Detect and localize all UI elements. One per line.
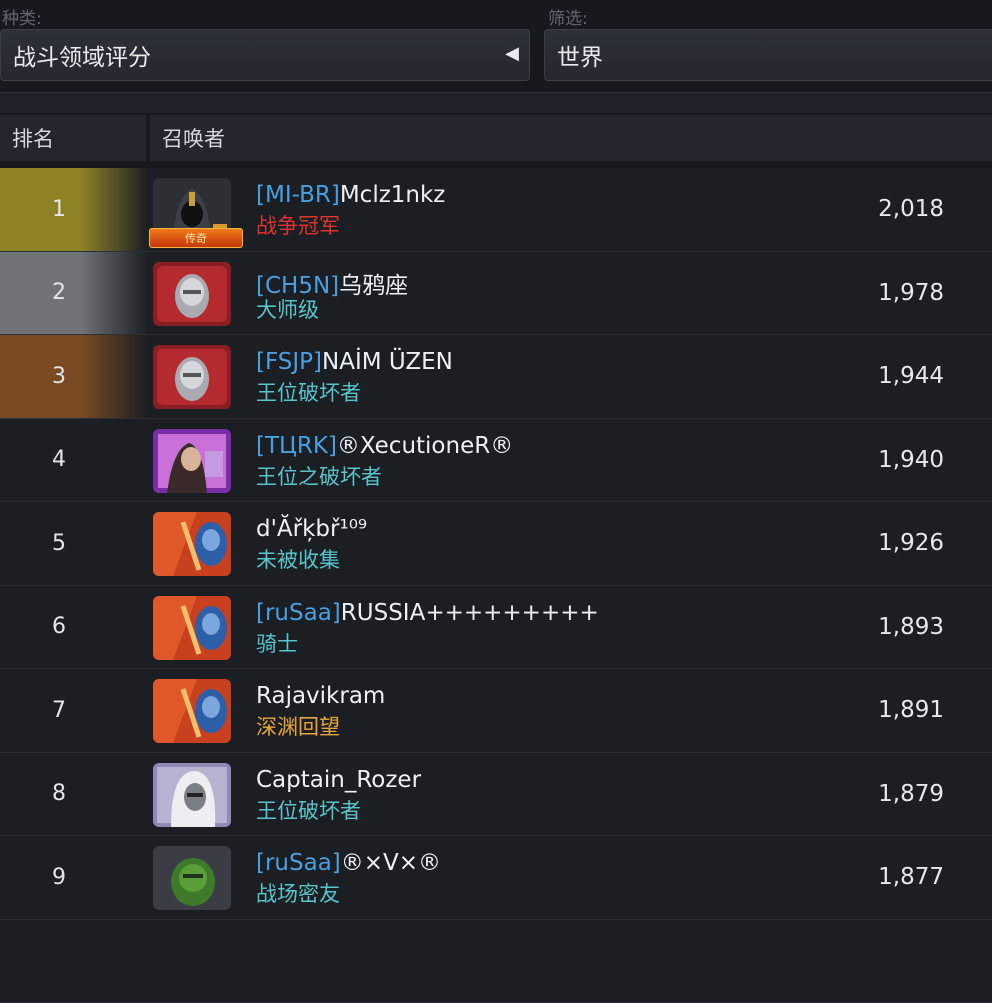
leaderboard-row[interactable]: 7 Rajavikram深渊回望 1,891 [0, 669, 992, 753]
leaderboard-row[interactable]: 5 d'Ăřķbř¹⁰⁹未被收集 1,926 [0, 502, 992, 586]
leaderboard-row[interactable]: 2[CH5N]乌鸦座大师级1,978 [0, 252, 992, 336]
caret-left-icon: ◀ [505, 43, 519, 64]
rank-number: 5 [0, 502, 118, 585]
rating-score: 1,893 [878, 586, 944, 669]
player-title: 战争冠军 [256, 210, 340, 240]
type-label: 种类: [2, 4, 42, 29]
player-title: 未被收集 [256, 544, 340, 574]
player-title: 骑士 [256, 628, 298, 658]
alliance-tag: [ruSaa] [256, 600, 341, 626]
rating-score: 1,879 [878, 753, 944, 836]
red-blue-hero-avatar-icon[interactable] [153, 512, 231, 576]
divider [0, 92, 992, 113]
player-title: 深渊回望 [256, 711, 340, 741]
player-name: Rajavikram [256, 683, 385, 709]
player-name: NAİM ÜZEN [322, 349, 453, 375]
player-name: RUSSIA+++++++++ [341, 600, 599, 626]
filter-label: 筛选: [548, 4, 588, 29]
red-blue-hero-avatar-icon[interactable] [153, 679, 231, 743]
summoner-name[interactable]: d'Ăřķbř¹⁰⁹ [256, 516, 367, 542]
filter-select[interactable]: 世界 [544, 29, 992, 81]
filter-select-value: 世界 [557, 38, 603, 72]
player-title: 大师级 [256, 294, 319, 324]
type-select[interactable]: 战斗领域评分 ◀ [0, 29, 530, 81]
alliance-tag: [FSJP] [256, 349, 322, 375]
white-hair-hero-avatar-icon[interactable] [153, 763, 231, 827]
player-title: 王位破坏者 [256, 377, 361, 407]
rank-number: 9 [0, 836, 118, 919]
player-title: 王位破坏者 [256, 795, 361, 825]
summoner-name[interactable]: [ruSaa]®×V×® [256, 850, 441, 876]
rating-score: 1,926 [878, 502, 944, 585]
leaderboard-row[interactable]: 9 [ruSaa]®×V×®战场密友 1,877 [0, 836, 992, 920]
rating-score: 1,940 [878, 419, 944, 502]
summoner-name[interactable]: [MI-BR]Mclz1nkz [256, 182, 445, 208]
leaderboard-row-partial[interactable] [0, 920, 992, 1003]
player-name: ®×V×® [341, 850, 441, 876]
rating-score: 1,978 [878, 252, 944, 335]
green-hero-avatar-icon[interactable] [153, 846, 231, 910]
type-select-value: 战斗领域评分 [13, 38, 151, 72]
player-name: Mclz1nkz [340, 182, 446, 208]
player-name: 乌鸦座 [339, 273, 408, 299]
leaderboard-row[interactable]: 3 [FSJP]NAİM ÜZEN王位破坏者 1,944 [0, 335, 992, 419]
rank-number: 1 [0, 168, 118, 251]
silver-hero-avatar-icon[interactable] [153, 262, 231, 326]
purple-hero-avatar-icon[interactable] [153, 429, 231, 493]
summoner-name[interactable]: [ruSaa]RUSSIA+++++++++ [256, 600, 599, 626]
alliance-tag: [MI-BR] [256, 182, 340, 208]
player-name: ®XecutioneR® [337, 433, 513, 459]
leaderboard-row[interactable]: 4 [TЦRK]®XecutioneR®王位之破坏者 1,940 [0, 419, 992, 503]
red-blue-hero-avatar-icon[interactable] [153, 596, 231, 660]
summoner-name[interactable]: Rajavikram [256, 683, 385, 709]
rating-score: 2,018 [878, 168, 944, 251]
alliance-tag: [ruSaa] [256, 850, 341, 876]
summoner-name[interactable]: [FSJP]NAİM ÜZEN [256, 349, 453, 375]
rank-number: 4 [0, 419, 118, 502]
player-name: Captain_Rozer [256, 767, 421, 793]
rank-number: 3 [0, 335, 118, 418]
leaderboard-list: 1传奇[MI-BR]Mclz1nkz战争冠军2,0182[CH5N]乌鸦座大师级… [0, 168, 992, 1003]
player-name: d'Ăřķbř¹⁰⁹ [256, 516, 367, 542]
silver-hero-avatar-icon[interactable] [153, 345, 231, 409]
rating-score: 1,891 [878, 669, 944, 752]
legend-badge: 传奇 [149, 228, 243, 248]
player-title: 战场密友 [256, 878, 340, 908]
summoner-name[interactable]: [TЦRK]®XecutioneR® [256, 433, 513, 459]
leaderboard-row[interactable]: 8 Captain_Rozer王位破坏者 1,879 [0, 753, 992, 837]
leaderboard-row[interactable]: 6[ruSaa]RUSSIA+++++++++骑士1,893 [0, 586, 992, 670]
alliance-tag: [TЦRK] [256, 433, 337, 459]
rank-number: 8 [0, 753, 118, 836]
leaderboard-row[interactable]: 1 传奇 [MI-BR]Mclz1nkz战争冠军 2,018 [0, 168, 992, 252]
rating-score: 1,944 [878, 335, 944, 418]
column-header-summoner[interactable]: 召唤者 [150, 115, 992, 161]
summoner-name[interactable]: Captain_Rozer [256, 767, 421, 793]
player-title: 王位之破坏者 [256, 461, 382, 491]
column-header-rank[interactable]: 排名 [0, 115, 146, 161]
rating-score: 1,877 [878, 836, 944, 919]
rank-number: 6 [0, 586, 118, 669]
rank-number: 7 [0, 669, 118, 752]
rank-number: 2 [0, 252, 118, 335]
